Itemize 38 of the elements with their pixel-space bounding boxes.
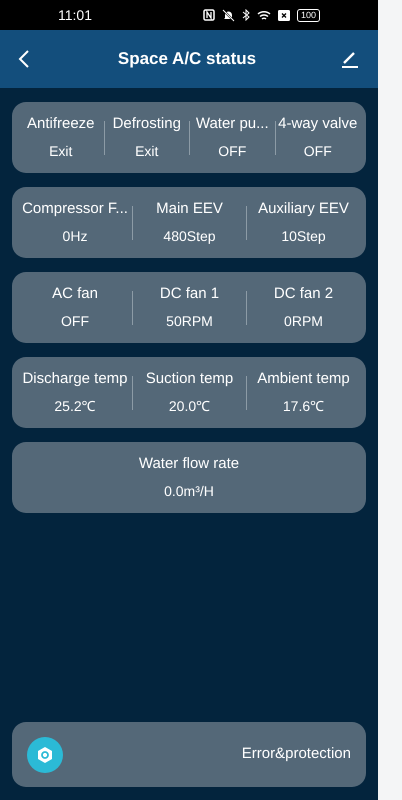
status-label: Water pu... [196, 115, 269, 133]
status-value: 0Hz [62, 227, 88, 245]
status-value: Exit [49, 142, 72, 160]
status-label: Ambient temp [257, 370, 350, 388]
status-label: Antifreeze [26, 115, 95, 133]
status-value: 0RPM [284, 312, 323, 330]
nfc-icon [202, 9, 215, 21]
nut-icon [27, 736, 63, 772]
status-label: AC fan [52, 285, 98, 303]
status-label: Main EEV [156, 200, 223, 218]
status-value: 480Step [163, 227, 216, 245]
status-label: Defrosting [112, 115, 181, 133]
status-value: 50RPM [166, 312, 213, 330]
status-label: Water flow rate [138, 455, 240, 473]
status-label: Suction temp [146, 370, 234, 388]
battery-indicator: 100 [296, 8, 320, 22]
status-label: Auxiliary EEV [258, 200, 349, 218]
status-value: OFF [218, 142, 246, 160]
edit-button[interactable] [340, 49, 360, 69]
wifi-icon [256, 10, 271, 20]
status-value: 25.2℃ [54, 397, 96, 415]
status-value: 0.0m³/H [164, 482, 214, 500]
error-protection-button[interactable]: Error&protection [12, 722, 366, 787]
status-value: 17.6℃ [282, 397, 324, 415]
status-value: 20.0℃ [168, 397, 210, 415]
status-label: Compressor F... [22, 200, 128, 218]
muted-bell-icon [222, 8, 235, 22]
status-label: Discharge temp [22, 370, 128, 388]
status-value: Exit [135, 142, 158, 160]
status-label: DC fan 1 [160, 285, 220, 303]
status-value: 10Step [281, 227, 326, 245]
status-value: OFF [61, 312, 89, 330]
status-time: 11:01 [58, 6, 92, 24]
screen-title: Space A/C status [116, 48, 258, 70]
bluetooth-icon [242, 9, 250, 21]
status-label: DC fan 2 [274, 285, 334, 303]
status-label: 4-way valve [278, 115, 358, 133]
status-value: OFF [304, 142, 332, 160]
